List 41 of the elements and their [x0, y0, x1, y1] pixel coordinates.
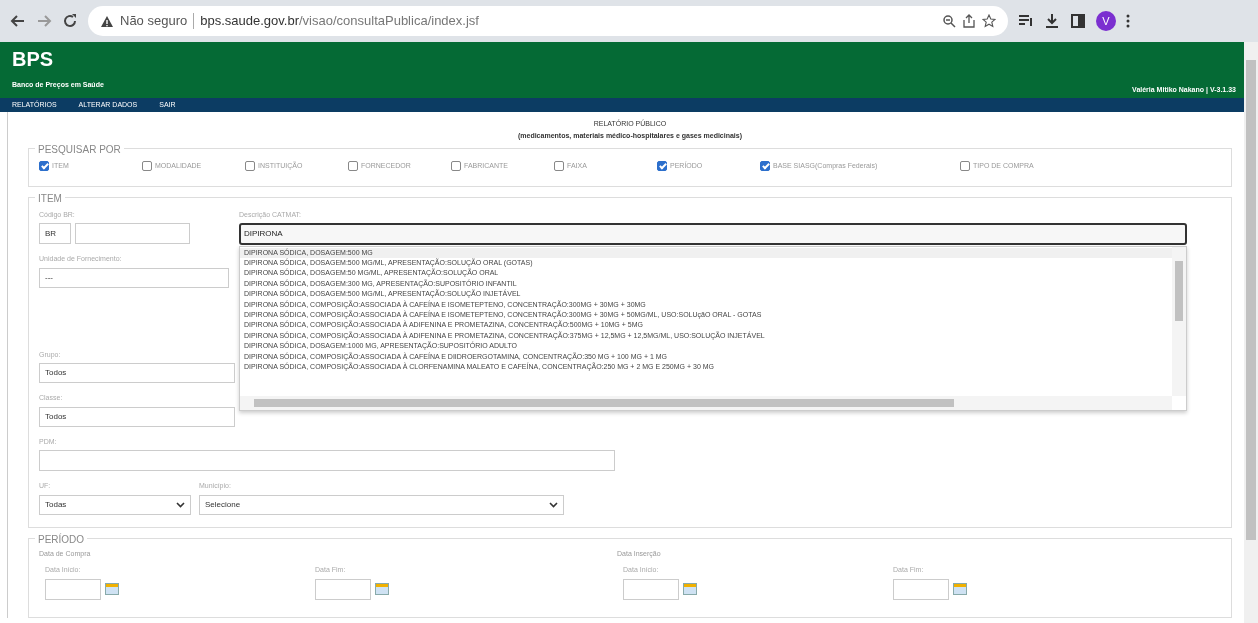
select-value: Selecione [205, 498, 241, 511]
calendar-icon[interactable] [105, 583, 119, 595]
reload-icon[interactable] [62, 13, 78, 29]
side-panel-icon[interactable] [1070, 13, 1086, 29]
state-select[interactable]: Todas [39, 494, 191, 515]
code-input[interactable] [75, 223, 190, 244]
calendar-icon[interactable] [953, 583, 967, 595]
chevron-down-icon [176, 501, 185, 508]
security-status: Não seguro [120, 12, 188, 31]
select-value: Todas [45, 498, 67, 511]
date-input[interactable] [315, 578, 371, 600]
back-arrow-icon[interactable] [10, 13, 26, 29]
address-bar[interactable]: Não seguro bps.saude.gov.br/visao/consultaPublica/index.jsf [88, 6, 1008, 36]
zoom-icon[interactable] [942, 14, 956, 28]
class-select[interactable]: Todos [39, 406, 235, 427]
site-title: BPS [12, 48, 55, 70]
download-icon[interactable] [1044, 13, 1060, 29]
calendar-icon[interactable] [375, 583, 389, 595]
page-scrollbar[interactable] [1244, 42, 1258, 623]
calendar-icon[interactable] [683, 583, 697, 595]
code-prefix-field[interactable]: BR [39, 223, 71, 244]
queue-icon[interactable] [1018, 13, 1034, 29]
date-input[interactable] [45, 578, 101, 600]
group-select[interactable]: Todos [39, 363, 235, 383]
profile-avatar[interactable]: V [1096, 11, 1116, 31]
chevron-down-icon [549, 501, 558, 508]
forward-arrow-icon[interactable] [36, 13, 52, 29]
panel-legend: PESQUISAR POR [35, 142, 124, 157]
pdm-input[interactable] [39, 450, 615, 471]
date-input[interactable] [623, 578, 679, 600]
unit-select[interactable]: --- [39, 267, 229, 288]
url-text: bps.saude.gov.br/visao/consultaPublica/index.jsf [200, 12, 479, 31]
city-select[interactable]: Selecione [199, 494, 564, 515]
star-icon[interactable] [982, 14, 996, 28]
more-menu-icon[interactable] [1126, 13, 1130, 29]
share-icon[interactable] [962, 14, 976, 28]
list-scrollbar[interactable] [240, 395, 1172, 410]
warning-icon [100, 14, 114, 28]
list-scrollbar[interactable] [1172, 246, 1186, 396]
description-input[interactable]: DIPIRONA [239, 223, 1187, 245]
date-input[interactable] [893, 578, 949, 600]
